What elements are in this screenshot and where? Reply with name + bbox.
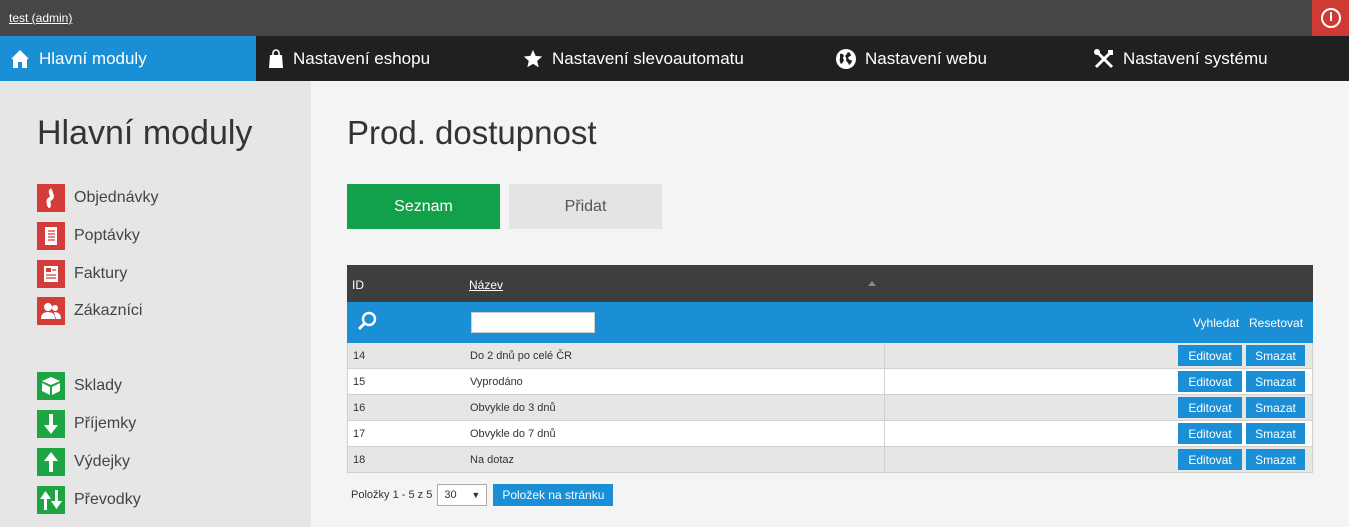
page-size-value: 30 <box>444 489 457 501</box>
invoice-icon <box>37 260 65 288</box>
delete-button[interactable]: Smazat <box>1246 423 1305 444</box>
tab-add-button[interactable]: Přidat <box>509 184 662 229</box>
star-icon <box>522 48 544 70</box>
cell-id: 14 <box>353 350 366 362</box>
cell-divider <box>884 369 885 394</box>
sidebar-item-warehouses[interactable]: Sklady <box>37 372 122 400</box>
pager-info: Položky 1 - 5 z 5 <box>351 489 433 501</box>
sidebar-title: Hlavní moduly <box>37 114 253 152</box>
notebook-icon <box>37 222 65 250</box>
reset-link[interactable]: Resetovat <box>1249 316 1303 330</box>
search-icon <box>356 311 378 338</box>
edit-button[interactable]: Editovat <box>1178 345 1242 366</box>
warehouse-icon <box>37 372 65 400</box>
transfer-icon <box>37 486 65 514</box>
cell-name: Obvykle do 3 dnů <box>470 402 556 414</box>
home-icon <box>9 48 31 70</box>
sidebar-item-invoices[interactable]: Faktury <box>37 260 127 288</box>
power-icon <box>1320 8 1341 28</box>
grid-body: 14 Do 2 dnů po celé ČR Editovat Smazat 1… <box>347 343 1313 473</box>
edit-button[interactable]: Editovat <box>1178 449 1242 470</box>
sidebar-item-customers[interactable]: Zákazníci <box>37 297 142 325</box>
cell-id: 18 <box>353 454 366 466</box>
top-bar: test (admin) <box>0 0 1349 36</box>
grid-header: ID Název <box>347 265 1313 302</box>
nav-item-label: Nastavení systému <box>1123 48 1268 68</box>
tools-icon <box>1093 48 1115 70</box>
delete-button[interactable]: Smazat <box>1246 345 1305 366</box>
cell-divider <box>884 395 885 420</box>
pager: Položky 1 - 5 z 5 30 ▼ Položek na stránk… <box>351 484 614 506</box>
sidebar-item-label: Výdejky <box>74 453 131 470</box>
nav-item-discount-settings[interactable]: Nastavení slevoautomatu <box>522 36 744 81</box>
cell-divider <box>884 343 885 368</box>
edit-button[interactable]: Editovat <box>1178 397 1242 418</box>
shopping-bag-icon <box>267 48 285 69</box>
cell-id: 16 <box>353 402 366 414</box>
search-link[interactable]: Vyhledat <box>1193 316 1239 330</box>
sidebar-item-orders[interactable]: Objednávky <box>37 184 159 212</box>
nav-item-label: Nastavení webu <box>865 48 987 68</box>
page-size-select[interactable]: 30 ▼ <box>437 484 488 506</box>
order-icon <box>37 184 65 212</box>
cell-divider <box>884 421 885 446</box>
sidebar-item-label: Faktury <box>74 265 128 282</box>
nav-item-web-settings[interactable]: Nastavení webu <box>835 36 987 81</box>
table-row: 14 Do 2 dnů po celé ČR Editovat Smazat <box>348 343 1312 369</box>
chevron-down-icon: ▼ <box>471 490 481 500</box>
column-header-id: ID <box>352 278 364 292</box>
name-filter-input[interactable] <box>471 312 595 333</box>
sidebar-item-dispatches[interactable]: Výdejky <box>37 448 130 476</box>
cell-name: Do 2 dnů po celé ČR <box>470 350 573 362</box>
user-link[interactable]: test (admin) <box>9 11 72 25</box>
delete-button[interactable]: Smazat <box>1246 371 1305 392</box>
tab-list-button[interactable]: Seznam <box>347 184 500 229</box>
sidebar-item-label: Sklady <box>74 377 123 394</box>
sidebar-item-label: Převodky <box>74 491 141 508</box>
cell-name: Obvykle do 7 dnů <box>470 428 556 440</box>
page-title: Prod. dostupnost <box>347 114 597 151</box>
page-size-button[interactable]: Položek na stránku <box>493 484 614 506</box>
cell-id: 15 <box>353 376 366 388</box>
cell-name: Na dotaz <box>470 454 515 466</box>
arrow-down-icon <box>37 410 65 438</box>
edit-button[interactable]: Editovat <box>1178 423 1242 444</box>
customers-icon <box>37 297 65 325</box>
table-row: 18 Na dotaz Editovat Smazat <box>348 447 1312 473</box>
sidebar-item-inquiries[interactable]: Poptávky <box>37 222 140 250</box>
logout-button[interactable] <box>1312 0 1349 36</box>
nav-item-eshop-settings[interactable]: Nastavení eshopu <box>267 36 430 81</box>
column-header-name[interactable]: Název <box>469 278 503 292</box>
nav-item-label: Nastavení slevoautomatu <box>552 48 744 68</box>
cell-name: Vyprodáno <box>470 376 523 388</box>
sidebar: Hlavní moduly Objednávky Poptávky Faktur… <box>0 81 311 527</box>
main-nav: Hlavní moduly Nastavení eshopu Nastavení… <box>0 36 1349 81</box>
sidebar-item-label: Poptávky <box>74 227 140 244</box>
nav-item-label: Nastavení eshopu <box>293 48 431 68</box>
arrow-up-icon <box>37 448 65 476</box>
sidebar-item-label: Příjemky <box>74 415 137 432</box>
cell-divider <box>884 447 885 472</box>
globe-icon <box>835 48 857 70</box>
table-row: 17 Obvykle do 7 dnů Editovat Smazat <box>348 421 1312 447</box>
nav-item-main-modules[interactable]: Hlavní moduly <box>0 36 256 81</box>
nav-item-system-settings[interactable]: Nastavení systému <box>1093 36 1268 81</box>
grid-filter-row: Vyhledat Resetovat <box>347 302 1313 343</box>
delete-button[interactable]: Smazat <box>1246 449 1305 470</box>
sidebar-item-label: Zákazníci <box>74 302 143 319</box>
table-row: 15 Vyprodáno Editovat Smazat <box>348 369 1312 395</box>
table-row: 16 Obvykle do 3 dnů Editovat Smazat <box>348 395 1312 421</box>
data-grid: ID Název Vyhledat Resetovat 14 Do 2 dnů … <box>347 265 1313 473</box>
edit-button[interactable]: Editovat <box>1178 371 1242 392</box>
delete-button[interactable]: Smazat <box>1246 397 1305 418</box>
sidebar-item-transfers[interactable]: Převodky <box>37 486 141 514</box>
sidebar-item-receipts[interactable]: Příjemky <box>37 410 136 438</box>
nav-item-label: Hlavní moduly <box>39 48 147 68</box>
cell-id: 17 <box>353 428 366 440</box>
sort-arrow-icon[interactable] <box>868 281 876 286</box>
sidebar-item-label: Objednávky <box>74 189 159 206</box>
